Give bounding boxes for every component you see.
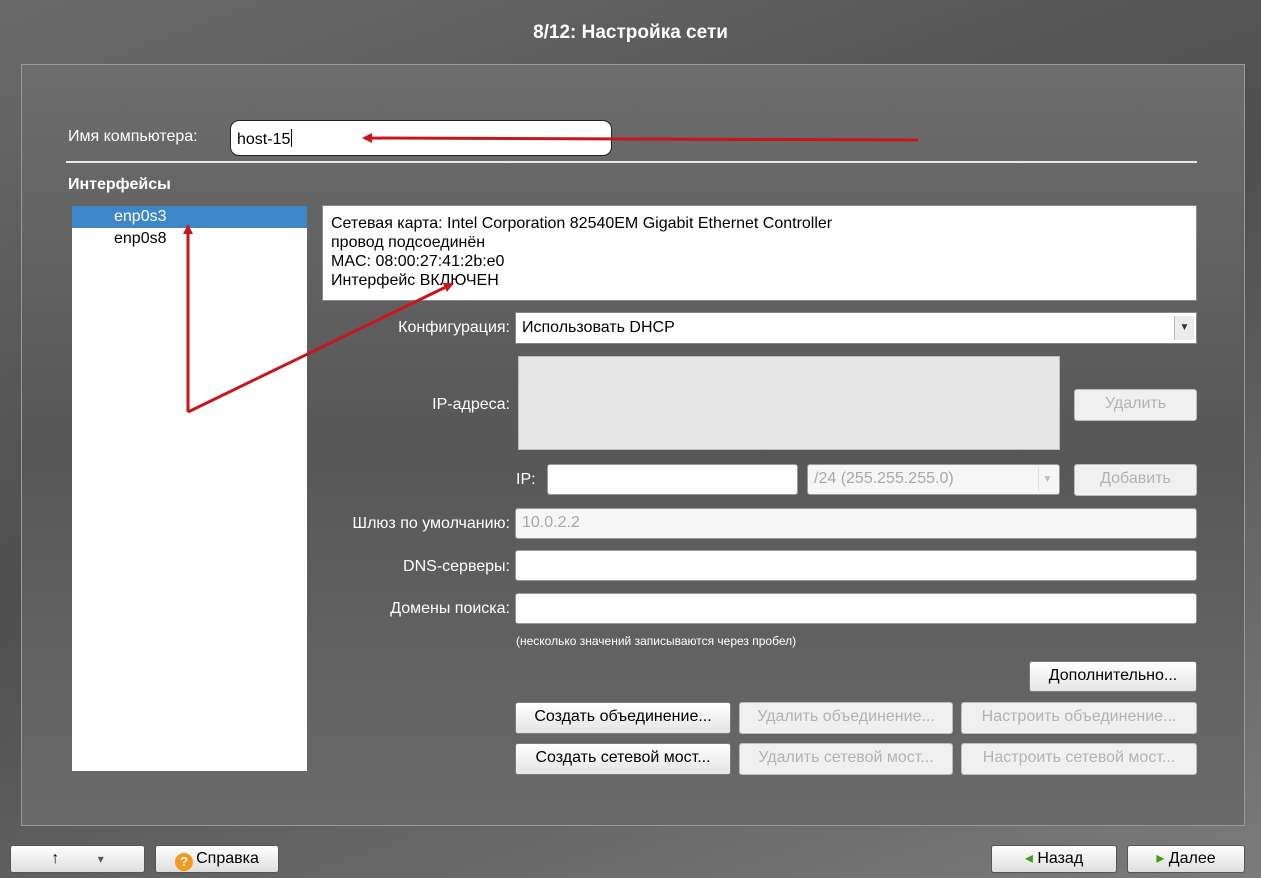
arrow-left-icon: ◂ <box>1024 850 1033 867</box>
ip-label: IP: <box>516 471 536 488</box>
config-select[interactable]: Использовать DHCP ▼ <box>515 312 1197 344</box>
interfaces-heading: Интерфейсы <box>68 176 171 193</box>
info-mac-line: MAC: 08:00:27:41:2b:e0 <box>331 253 505 270</box>
hostname-input[interactable]: host-15 <box>230 120 612 156</box>
hostname-value: host-15 <box>237 131 291 148</box>
netmask-select[interactable]: /24 (255.255.255.0) ▼ <box>807 464 1060 495</box>
ip-addresses-list[interactable] <box>518 356 1060 450</box>
page-title: 8/12: Настройка сети <box>533 22 728 43</box>
separator <box>66 161 1197 163</box>
search-domains-input[interactable] <box>515 593 1197 624</box>
dns-label: DNS-серверы: <box>403 558 510 575</box>
arrow-right-icon: ▸ <box>1156 850 1165 867</box>
chevron-down-icon[interactable]: ▼ <box>1038 468 1056 491</box>
chevron-down-icon[interactable]: ▼ <box>1174 316 1194 340</box>
back-button[interactable]: ◂ Назад <box>991 845 1117 873</box>
add-ip-button[interactable]: Добавить <box>1074 464 1197 496</box>
delete-ip-button[interactable]: Удалить <box>1074 389 1197 421</box>
interface-info-box: Сетевая карта: Intel Corporation 82540EM… <box>322 205 1197 301</box>
config-value: Использовать DHCP <box>522 319 675 336</box>
gateway-input[interactable]: 10.0.2.2 <box>515 508 1197 539</box>
hint-text: (несколько значений записываются через п… <box>516 634 797 648</box>
config-label: Конфигурация: <box>398 319 510 336</box>
create-bridge-button[interactable]: Создать сетевой мост... <box>515 743 731 775</box>
help-button[interactable]: ? Справка <box>155 845 279 873</box>
up-menu-button[interactable]: ↑ ▾ <box>10 845 145 873</box>
delete-bond-button[interactable]: Удалить объединение... <box>739 702 953 734</box>
back-label: Назад <box>1037 850 1084 867</box>
next-label: Далее <box>1168 850 1216 867</box>
chevron-down-icon: ▾ <box>97 852 104 866</box>
search-domains-label: Домены поиска: <box>390 600 510 617</box>
hostname-label: Имя компьютера: <box>68 128 198 145</box>
advanced-button[interactable]: Дополнительно... <box>1029 661 1197 692</box>
ip-addresses-label: IP-адреса: <box>432 396 510 413</box>
interface-item-enp0s8[interactable]: enp0s8 <box>72 228 307 250</box>
interface-item-enp0s3[interactable]: enp0s3 <box>72 206 307 228</box>
create-bond-button[interactable]: Создать объединение... <box>515 702 731 734</box>
configure-bridge-button[interactable]: Настроить сетевой мост... <box>961 743 1197 775</box>
netmask-value: /24 (255.255.255.0) <box>814 470 954 487</box>
info-adapter-line: Сетевая карта: Intel Corporation 82540EM… <box>331 215 833 232</box>
gateway-label: Шлюз по умолчанию: <box>352 515 510 532</box>
delete-bridge-button[interactable]: Удалить сетевой мост... <box>739 743 953 775</box>
dns-input[interactable] <box>515 550 1197 581</box>
help-label: Справка <box>196 850 259 867</box>
interfaces-list[interactable]: enp0s3 enp0s8 <box>72 206 307 771</box>
info-status-line: Интерфейс ВКЛЮЧЕН <box>331 272 499 289</box>
help-icon: ? <box>175 853 194 871</box>
next-button[interactable]: ▸ Далее <box>1127 845 1245 873</box>
text-cursor <box>291 129 293 147</box>
configure-bond-button[interactable]: Настроить объединение... <box>961 702 1197 734</box>
ip-input[interactable] <box>547 464 798 495</box>
info-cable-line: провод подсоединён <box>331 234 486 251</box>
arrow-up-icon: ↑ <box>51 850 60 867</box>
